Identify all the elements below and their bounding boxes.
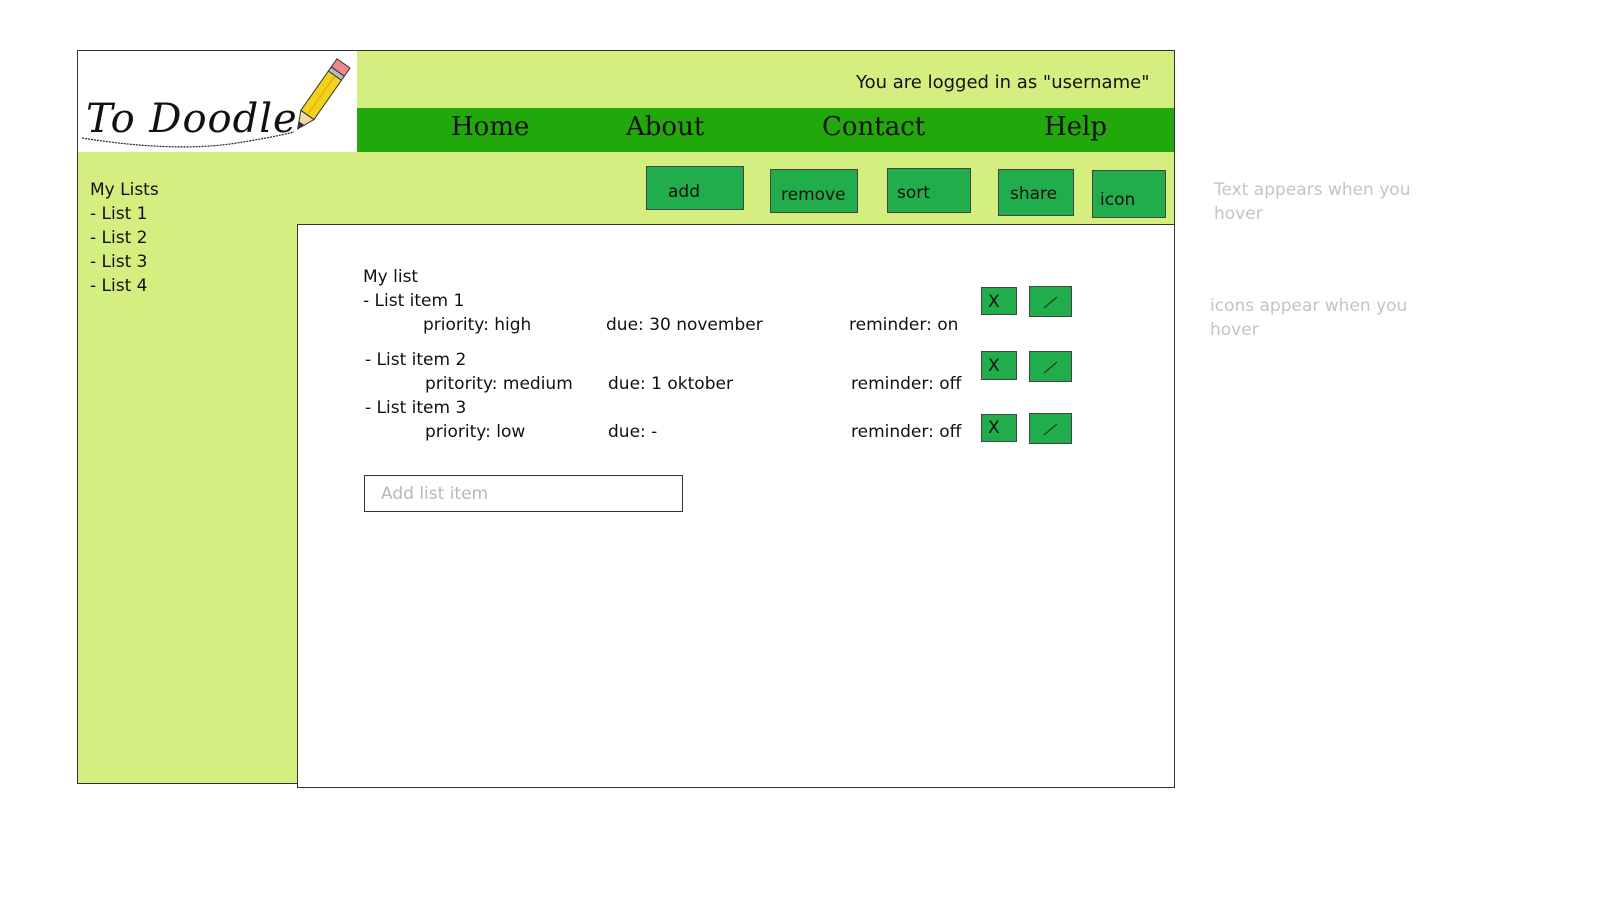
edit-item-button[interactable]: [1029, 413, 1072, 444]
share-button-label: share: [1010, 184, 1058, 204]
close-icon: X: [988, 418, 1000, 438]
nav-item-about[interactable]: About: [626, 112, 704, 142]
toolbar-hover-note: Text appears when you hover: [1214, 180, 1411, 224]
icon-button-label: icon: [1100, 190, 1136, 210]
logged-in-status: You are logged in as "username": [856, 72, 1150, 93]
add-button[interactable]: add: [646, 166, 744, 210]
icon-button[interactable]: icon: [1092, 170, 1166, 218]
sort-button-label: sort: [897, 183, 930, 203]
close-icon: X: [988, 292, 1000, 312]
edit-item-button[interactable]: [1029, 286, 1072, 317]
list-item-reminder: reminder: off: [851, 422, 962, 442]
nav-item-help[interactable]: Help: [1044, 112, 1107, 142]
sidebar-item-list-1[interactable]: - List 1: [90, 204, 147, 224]
sort-button[interactable]: sort: [887, 168, 971, 213]
list-item-due: due: 30 november: [606, 315, 763, 335]
nav-item-contact[interactable]: Contact: [822, 112, 925, 142]
list-item-reminder: reminder: off: [851, 374, 962, 394]
list-item-name: - List item 2: [365, 350, 467, 370]
logo-swoosh: [81, 131, 295, 148]
list-item-priority: priority: high: [423, 315, 532, 335]
nav-item-home[interactable]: Home: [451, 112, 529, 142]
add-list-item-input[interactable]: [364, 475, 683, 512]
share-button[interactable]: share: [998, 169, 1074, 216]
pencil-edit-icon: [1043, 423, 1058, 436]
sidebar-title: My Lists: [90, 180, 159, 200]
list-item-due: due: 1 oktober: [608, 374, 733, 394]
pencil-icon: [296, 58, 351, 130]
delete-item-button[interactable]: X: [981, 414, 1017, 442]
list-item-due: due: -: [608, 422, 658, 442]
sidebar-item-list-2[interactable]: - List 2: [90, 228, 147, 248]
add-button-label: add: [668, 182, 700, 202]
list-item-name: - List item 1: [363, 291, 465, 311]
sidebar-item-list-4[interactable]: - List 4: [90, 276, 147, 296]
list-item-priority: pritority: medium: [425, 374, 573, 394]
list-item-reminder: reminder: on: [849, 315, 959, 335]
list-item-priority: priority: low: [425, 422, 526, 442]
sidebar-item-list-3[interactable]: - List 3: [90, 252, 147, 272]
delete-item-button[interactable]: X: [981, 287, 1017, 315]
pencil-edit-icon: [1043, 361, 1058, 374]
remove-button[interactable]: remove: [770, 169, 858, 213]
close-icon: X: [988, 356, 1000, 376]
delete-item-button[interactable]: X: [981, 351, 1017, 380]
remove-button-label: remove: [781, 185, 846, 205]
icons-hover-note: icons appear when you hover: [1210, 296, 1408, 340]
list-item-name: - List item 3: [365, 398, 467, 418]
pencil-edit-icon: [1043, 296, 1058, 309]
list-title: My list: [363, 267, 419, 287]
edit-item-button[interactable]: [1029, 351, 1072, 382]
